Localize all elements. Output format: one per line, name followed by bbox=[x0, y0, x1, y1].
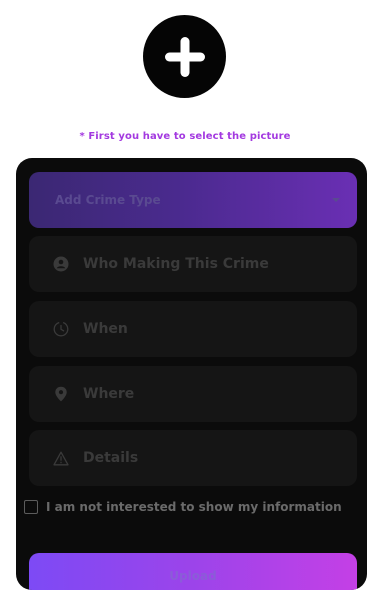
report-crime-screen: * First you have to select the picture A… bbox=[0, 0, 370, 600]
chevron-down-icon bbox=[332, 198, 340, 202]
crime-type-placeholder: Add Crime Type bbox=[55, 193, 161, 207]
clock-icon bbox=[53, 321, 69, 337]
hide-information-checkbox[interactable] bbox=[24, 500, 38, 514]
details-field[interactable]: Details bbox=[29, 430, 357, 486]
add-picture-button[interactable] bbox=[143, 15, 226, 98]
hide-information-option[interactable]: I am not interested to show my informati… bbox=[24, 500, 342, 514]
crime-report-form: Add Crime Type Who Making This Crime Whe… bbox=[16, 158, 367, 590]
who-making-crime-field[interactable]: Who Making This Crime bbox=[29, 236, 357, 292]
upload-label: Upload bbox=[169, 569, 217, 583]
user-icon bbox=[53, 256, 69, 272]
upload-button[interactable]: Upload bbox=[29, 553, 357, 590]
select-picture-hint: * First you have to select the picture bbox=[79, 131, 291, 142]
when-placeholder: When bbox=[83, 321, 128, 337]
warning-icon bbox=[53, 450, 69, 466]
hide-information-label: I am not interested to show my informati… bbox=[46, 500, 342, 514]
plus-icon bbox=[164, 36, 205, 77]
location-pin-icon bbox=[53, 386, 69, 402]
crime-type-dropdown[interactable]: Add Crime Type bbox=[29, 172, 357, 228]
where-field[interactable]: Where bbox=[29, 366, 357, 422]
when-field[interactable]: When bbox=[29, 301, 357, 357]
where-placeholder: Where bbox=[83, 386, 135, 402]
details-placeholder: Details bbox=[83, 450, 139, 466]
who-making-crime-placeholder: Who Making This Crime bbox=[83, 256, 269, 272]
